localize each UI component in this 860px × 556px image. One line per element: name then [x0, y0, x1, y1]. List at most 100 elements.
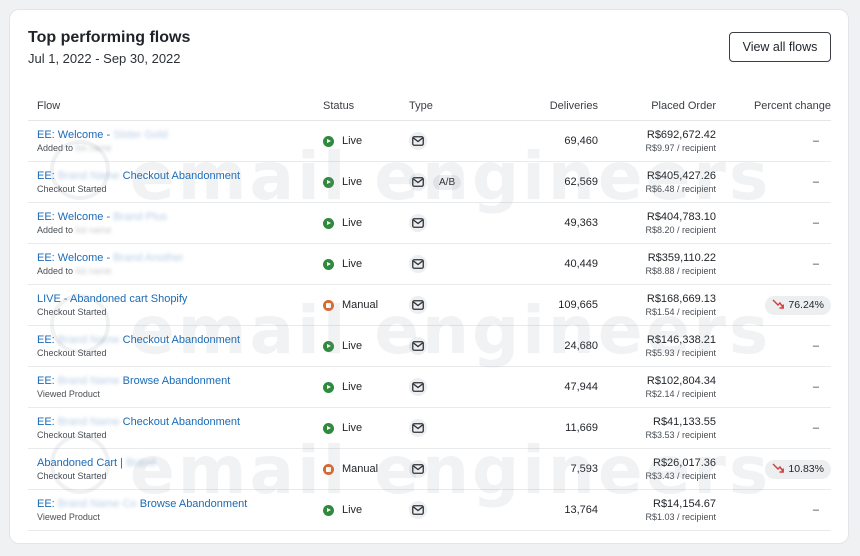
percent-change-empty: –: [812, 176, 819, 188]
status-live-icon: [323, 422, 334, 434]
type-cell: [409, 284, 491, 326]
flow-name-link[interactable]: LIVE - Abandoned cart Shopify: [37, 292, 323, 306]
status-cell: Live: [323, 489, 409, 531]
table-row[interactable]: EE: Brand Name Checkout Abandonment Check…: [28, 161, 831, 203]
envelope-icon: [409, 255, 427, 273]
col-status[interactable]: Status: [323, 92, 409, 121]
table-row[interactable]: Abandoned Cart | Brand Checkout Started Ma…: [28, 448, 831, 490]
flow-name-redacted: Brand Name: [57, 334, 120, 346]
deliveries-cell: 11,669: [491, 407, 598, 449]
per-recipient-value: R$6.48 / recipient: [645, 184, 716, 194]
flow-trigger-redacted: list name: [75, 266, 112, 276]
status-label: Manual: [342, 463, 379, 476]
col-placed-order[interactable]: Placed Order: [598, 92, 716, 121]
flow-cell: Abandoned Cart | Brand Checkout Started: [28, 448, 323, 490]
envelope-icon: [409, 132, 427, 150]
percent-change-cell: –: [716, 161, 831, 203]
col-flow[interactable]: Flow: [28, 92, 323, 121]
flow-name-redacted: Brand: [126, 457, 156, 469]
placed-order-value: R$692,672.42: [646, 129, 716, 141]
flow-name-link[interactable]: EE: Welcome - Sister Gold: [37, 128, 323, 142]
flow-trigger-text: Checkout Started: [37, 471, 107, 481]
placed-order-cell: R$405,427.26 R$6.48 / recipient: [598, 161, 716, 203]
placed-order-value: R$14,154.67: [653, 498, 716, 510]
placed-order-value: R$41,133.55: [653, 416, 716, 428]
table-row[interactable]: EE: Brand Name Browse Abandonment Viewed …: [28, 366, 831, 408]
flow-name-suffix: Browse Abandonment: [119, 375, 231, 387]
percent-change-empty: –: [812, 217, 819, 229]
flow-name-redacted: Brand Name: [57, 416, 120, 428]
flow-trigger-text: Viewed Product: [37, 512, 100, 522]
status-manual-icon: [323, 299, 334, 311]
status-live-icon: [323, 258, 334, 270]
table-row[interactable]: EE: Brand Name Co Browse Abandonment View…: [28, 489, 831, 531]
flow-name-prefix: EE: Welcome -: [37, 252, 114, 264]
status-live-icon: [323, 217, 334, 229]
percent-change-cell: –: [716, 243, 831, 285]
placed-order-cell: R$692,672.42 R$9.97 / recipient: [598, 120, 716, 162]
flow-cell: EE: Brand Name Browse Abandonment Viewed …: [28, 366, 323, 408]
type-cell: [409, 448, 491, 490]
table-row[interactable]: EE: Welcome - Brand Another Added to list…: [28, 243, 831, 285]
percent-change-cell: –: [716, 120, 831, 162]
table-row[interactable]: EE: Welcome - Brand Plus Added to list na…: [28, 202, 831, 244]
flow-name-redacted: Brand Name: [57, 170, 120, 182]
table-row[interactable]: EE: Brand Name Checkout Abandonment Check…: [28, 407, 831, 449]
deliveries-cell: 62,569: [491, 161, 598, 203]
flow-name-prefix: EE:: [37, 498, 58, 510]
flow-name-link[interactable]: EE: Welcome - Brand Plus: [37, 210, 323, 224]
envelope-icon: [409, 419, 427, 437]
status-label: Live: [342, 176, 363, 189]
flow-name-prefix: LIVE - Abandoned cart Shopify: [37, 293, 188, 305]
flow-name-redacted: Sister Gold: [113, 129, 168, 141]
percent-change-empty: –: [812, 258, 819, 270]
table-row[interactable]: EE: Brand Name Checkout Abandonment Check…: [28, 325, 831, 367]
status-cell: Live: [323, 161, 409, 203]
per-recipient-value: R$1.54 / recipient: [645, 307, 716, 317]
status-label: Live: [342, 504, 363, 517]
percent-change-empty: –: [812, 135, 819, 147]
flow-name-link[interactable]: EE: Brand Name Co Browse Abandonment: [37, 497, 323, 511]
col-percent-change[interactable]: Percent change: [716, 92, 831, 121]
flow-name-link[interactable]: EE: Brand Name Checkout Abandonment: [37, 169, 323, 183]
status-cell: Live: [323, 243, 409, 285]
flow-name-link[interactable]: Abandoned Cart | Brand: [37, 456, 323, 470]
flow-name-link[interactable]: EE: Brand Name Browse Abandonment: [37, 374, 323, 388]
flow-trigger-text: Checkout Started: [37, 348, 107, 358]
flow-trigger: Checkout Started: [37, 429, 323, 441]
table-row[interactable]: EE: Welcome - Sister Gold Added to list n…: [28, 120, 831, 162]
flow-name-redacted: Brand Plus: [113, 211, 168, 223]
status-live-icon: [323, 135, 334, 147]
flow-cell: EE: Brand Name Checkout Abandonment Check…: [28, 161, 323, 203]
placed-order-cell: R$26,017.36 R$3.43 / recipient: [598, 448, 716, 490]
flow-name-link[interactable]: EE: Brand Name Checkout Abandonment: [37, 415, 323, 429]
flow-name-suffix: Checkout Abandonment: [119, 170, 241, 182]
view-all-flows-button[interactable]: View all flows: [729, 32, 831, 62]
flow-trigger-text: Added to: [37, 266, 76, 276]
flow-cell: EE: Welcome - Sister Gold Added to list n…: [28, 120, 323, 162]
percent-change-empty: –: [812, 381, 819, 393]
percent-change-value: 10.83%: [788, 463, 824, 475]
placed-order-cell: R$359,110.22 R$8.88 / recipient: [598, 243, 716, 285]
envelope-icon: [409, 460, 427, 478]
per-recipient-value: R$3.53 / recipient: [645, 430, 716, 440]
col-type[interactable]: Type: [409, 92, 491, 121]
flow-name-suffix: Checkout Abandonment: [119, 334, 241, 346]
percent-change-badge: 10.83%: [765, 459, 831, 479]
placed-order-cell: R$14,154.67 R$1.03 / recipient: [598, 489, 716, 531]
placed-order-value: R$359,110.22: [647, 252, 716, 264]
percent-change-badge: 76.24%: [765, 295, 831, 315]
flow-cell: EE: Welcome - Brand Another Added to list…: [28, 243, 323, 285]
flow-name-prefix: EE:: [37, 170, 58, 182]
flow-name-link[interactable]: EE: Brand Name Checkout Abandonment: [37, 333, 323, 347]
flow-name-link[interactable]: EE: Welcome - Brand Another: [37, 251, 323, 265]
deliveries-cell: 47,944: [491, 366, 598, 408]
flow-trigger-text: Checkout Started: [37, 430, 107, 440]
flow-name-redacted: Brand Name: [57, 375, 120, 387]
table-row[interactable]: LIVE - Abandoned cart Shopify Checkout St…: [28, 284, 831, 326]
flows-table: Flow Status Type Deliveries Placed Order…: [28, 92, 831, 531]
col-deliveries[interactable]: Deliveries: [491, 92, 598, 121]
placed-order-cell: R$41,133.55 R$3.53 / recipient: [598, 407, 716, 449]
envelope-icon: [409, 337, 427, 355]
flow-name-prefix: Abandoned Cart |: [37, 457, 127, 469]
